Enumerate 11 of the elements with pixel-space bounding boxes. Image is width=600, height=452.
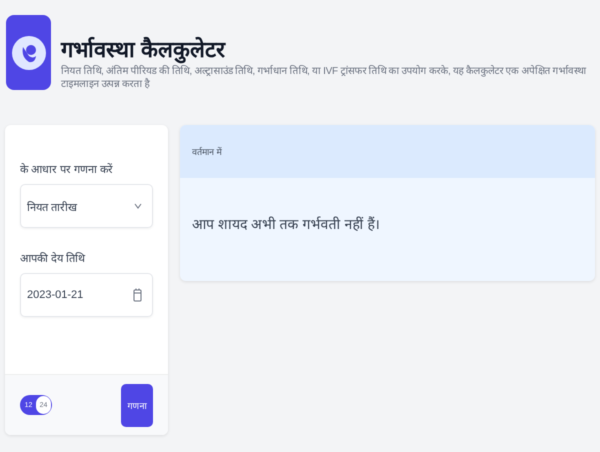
page-title: गर्भावस्था कैलकुलेटर [61,36,227,63]
result-message: आप शायद अभी तक गर्भवती नहीं हैं। [191,215,380,234]
basis-dropdown[interactable]: नियत तारीख [20,184,153,228]
basis-label: के आधार पर गणना करें [20,162,114,176]
page-description: नियत तिथि, अंतिम पीरियड की तिथि, अल्ट्रासाउंड तिथि, गर्भाधान तिथि, या IVF ट्रांसफर तिथि का उपयोग करके, यह कैलकुलेटर एक अपेक्षित गर्भावस्था टाइमलाइन उत्पन्न करता है [61,65,588,91]
result-heading: वर्तमान में [180,125,595,178]
date-label: आपकी देय तिथि [20,251,86,265]
calculate-button[interactable]: गणना [121,384,153,426]
date-field[interactable]: 2023-01-21 [20,273,153,317]
chevron-down-icon [134,203,142,209]
calendar-icon [133,288,142,302]
